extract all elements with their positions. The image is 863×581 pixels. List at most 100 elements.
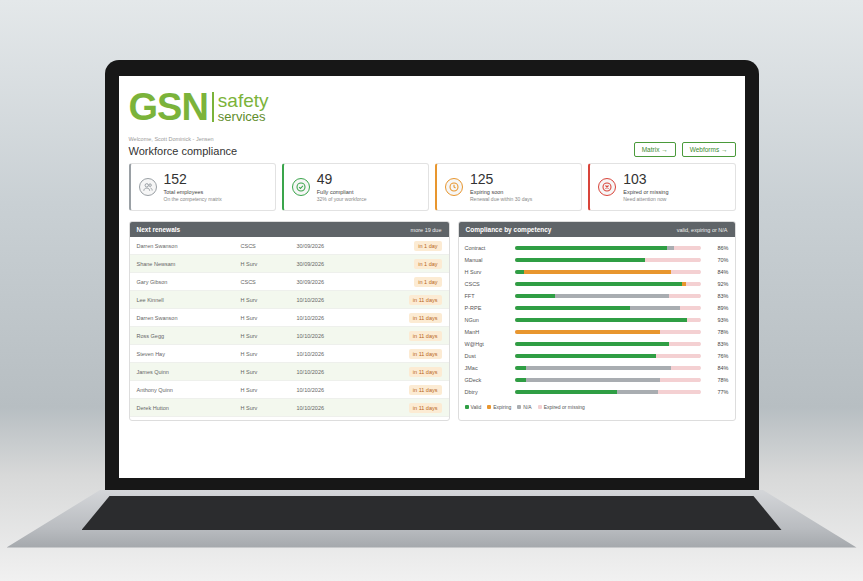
bar-segment (515, 306, 630, 310)
bar-segment (674, 246, 700, 250)
competency-row: GDeck78% (465, 374, 729, 386)
competency-row: JMac84% (465, 362, 729, 374)
stat-card[interactable]: 103 Expired or missingNeed attention now (588, 163, 735, 211)
chart-legend: ValidExpiringN/AExpired or missing (465, 404, 729, 410)
renewal-row[interactable]: Gary GibsonCSCS30/09/2026in 1 day (130, 273, 449, 291)
competency-bar (515, 342, 701, 346)
employee-name: Darren Swanson (137, 315, 241, 321)
renewal-date: 30/09/2026 (297, 279, 415, 285)
panel-title: Next renewals (137, 226, 181, 233)
bar-segment (515, 282, 682, 286)
competency-percent: 93% (705, 317, 729, 323)
due-badge: in 1 day (414, 277, 441, 287)
competency: H Surv (241, 297, 297, 303)
competency: H Surv (241, 387, 297, 393)
stat-value: 103 (623, 172, 668, 187)
laptop-lid: GSNsafetyservicesWelcome, Scott Dominick… (105, 60, 759, 490)
employee-name: Anthony Quinn (137, 387, 241, 393)
due-badge: in 11 days (409, 349, 442, 359)
competency-percent: 78% (705, 377, 729, 383)
bar-segment (515, 246, 668, 250)
renewal-row[interactable]: Steven HayH Surv10/10/2026in 11 days (130, 345, 449, 363)
legend-label: Expiring (493, 404, 511, 410)
due-badge: in 11 days (409, 331, 442, 341)
cross-icon (598, 178, 616, 196)
stat-label: Expired or missing (623, 189, 668, 195)
employee-name: James Quinn (137, 369, 241, 375)
dashboard-screen: GSNsafetyservicesWelcome, Scott Dominick… (119, 76, 745, 478)
renewal-date: 10/10/2026 (297, 387, 409, 393)
renewal-date: 10/10/2026 (297, 297, 409, 303)
stat-card[interactable]: 49Fully compliant32% of your workforce (282, 163, 429, 211)
employee-name: Derek Hutton (137, 405, 241, 411)
clock-icon (445, 178, 463, 196)
competency-percent: 84% (705, 269, 729, 275)
renewal-date: 10/10/2026 (297, 369, 409, 375)
due-badge: in 1 day (414, 259, 441, 269)
stat-card[interactable]: 125Expiring soonRenewal due within 30 da… (435, 163, 582, 211)
stat-card[interactable]: 152Total employeesOn the competency matr… (129, 163, 276, 211)
competency-row: P-RPE89% (465, 302, 729, 314)
competency-row: W@Hgt83% (465, 338, 729, 350)
legend-swatch (465, 405, 469, 409)
competency: H Surv (241, 315, 297, 321)
panel-count: more 19 due (411, 227, 442, 233)
panels: Next renewalsmore 19 dueDarren SwansonCS… (129, 221, 736, 421)
competency-row: Dbtry77% (465, 386, 729, 398)
competency-bar (515, 366, 701, 370)
employee-name: Gary Gibson (137, 279, 241, 285)
compliance-chart: Contract86%Manual70%H Surv84%CSCS92%FFT8… (459, 237, 735, 414)
check-svg-icon (296, 182, 306, 192)
competency: H Surv (241, 261, 297, 267)
competency-label: P-RPE (465, 305, 511, 311)
competency-label: NGun (465, 317, 511, 323)
renewal-date: 30/09/2026 (297, 243, 415, 249)
bar-segment (660, 330, 701, 334)
stat-label: Expiring soon (470, 189, 532, 195)
competency-bar (515, 258, 701, 262)
legend-label: Valid (471, 404, 482, 410)
bar-segment (526, 366, 671, 370)
renewal-date: 10/10/2026 (297, 405, 409, 411)
renewal-row[interactable]: Ross GeggH Surv10/10/2026in 11 days (130, 327, 449, 345)
competency: CSCS (241, 243, 297, 249)
nav-button[interactable]: Webforms → (682, 142, 736, 157)
competency-bar (515, 354, 701, 358)
competency: H Surv (241, 405, 297, 411)
renewal-row[interactable]: Lee KinnellH Surv10/10/2026in 11 days (130, 291, 449, 309)
panel-header: Compliance by competencyvalid, expiring … (459, 222, 735, 237)
stat-note: 32% of your workforce (317, 196, 367, 202)
renewal-row[interactable]: James QuinnH Surv10/10/2026in 11 days (130, 363, 449, 381)
stat-note: Need attention now (623, 196, 668, 202)
bar-segment (617, 390, 658, 394)
legend-item: Expired or missing (538, 404, 585, 410)
renewal-row[interactable]: Derek HuttonH Surv10/10/2026in 11 days (130, 399, 449, 417)
competency-label: ManH (465, 329, 511, 335)
bar-segment (515, 354, 656, 358)
bar-segment (515, 318, 688, 322)
competency: H Surv (241, 333, 297, 339)
bar-segment (515, 330, 660, 334)
renewal-row[interactable]: Darren SwansonH Surv10/10/2026in 11 days (130, 309, 449, 327)
legend-swatch (538, 405, 542, 409)
bar-segment (515, 342, 669, 346)
due-badge: in 1 day (414, 241, 441, 251)
competency-bar (515, 246, 701, 250)
stat-cards: 152Total employeesOn the competency matr… (129, 163, 736, 211)
stat-text: 152Total employeesOn the competency matr… (164, 172, 222, 201)
competency-label: H Surv (465, 269, 511, 275)
renewal-row[interactable]: Anthony QuinnH Surv10/10/2026in 11 days (130, 381, 449, 399)
renewal-row[interactable]: Shane NewsamH Surv30/09/2026in 1 day (130, 255, 449, 273)
bar-segment (526, 378, 660, 382)
bar-segment (645, 258, 701, 262)
renewal-date: 10/10/2026 (297, 333, 409, 339)
competency-row: ManH78% (465, 326, 729, 338)
legend-item: Valid (465, 404, 482, 410)
keyboard (82, 496, 782, 530)
laptop: GSNsafetyservicesWelcome, Scott Dominick… (0, 0, 863, 554)
competency-bar (515, 330, 701, 334)
employee-name: Ross Gegg (137, 333, 241, 339)
nav-button[interactable]: Matrix → (634, 142, 676, 157)
renewal-row[interactable]: Darren SwansonCSCS30/09/2026in 1 day (130, 237, 449, 255)
competency-label: FFT (465, 293, 511, 299)
